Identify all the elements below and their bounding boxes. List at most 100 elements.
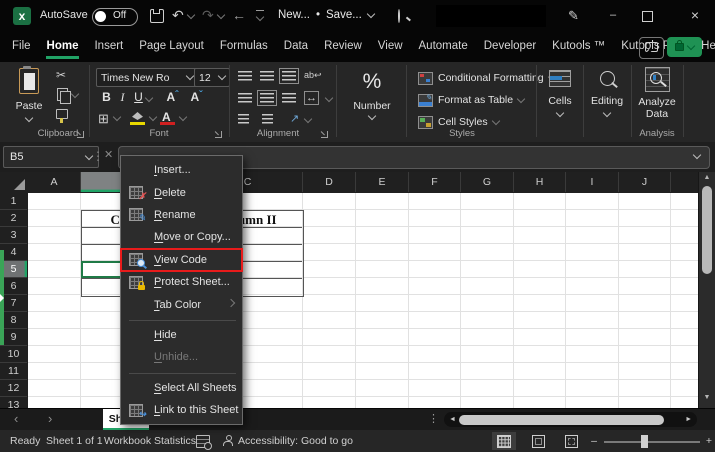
name-box-splitter-icon[interactable]: ⋮ xyxy=(92,149,104,163)
menu-item-select-all-sheets[interactable]: Select All Sheets xyxy=(121,377,242,399)
font-name-select[interactable]: Times New Ro xyxy=(96,68,198,87)
row-header-1[interactable]: 1 xyxy=(0,193,27,210)
row-header-11[interactable]: 11 xyxy=(0,363,27,380)
number-dropdown-icon[interactable] xyxy=(367,111,377,121)
font-color-dropdown-icon[interactable] xyxy=(178,112,188,122)
ribbon-tab-data[interactable]: Data xyxy=(276,32,316,62)
row-header-3[interactable]: 3 xyxy=(0,227,27,244)
alignment-dialog-launcher-icon[interactable] xyxy=(320,130,329,139)
row-header-12[interactable]: 12 xyxy=(0,380,27,397)
increase-font-size-button[interactable]: A xyxy=(166,90,179,104)
select-all-button[interactable] xyxy=(0,172,29,194)
align-left-button[interactable] xyxy=(238,93,252,103)
column-header-D[interactable]: D xyxy=(303,172,356,192)
customize-quick-access-icon[interactable] xyxy=(255,10,265,22)
ribbon-tab-automate[interactable]: Automate xyxy=(411,32,476,62)
vertical-scroll-thumb[interactable] xyxy=(702,186,712,274)
menu-item-rename[interactable]: ✎ Rename xyxy=(121,204,242,226)
scroll-down-icon[interactable]: ▼ xyxy=(699,394,715,401)
row-header-9[interactable]: 9 xyxy=(0,329,27,346)
conditional-formatting-button[interactable]: Conditional Formatting xyxy=(418,70,556,86)
menu-item-hide[interactable]: Hide xyxy=(121,324,242,346)
cells-group-button[interactable]: Cells xyxy=(539,70,581,119)
ribbon-tab-insert[interactable]: Insert xyxy=(86,32,131,62)
column-header-G[interactable]: G xyxy=(461,172,514,192)
row-header-10[interactable]: 10 xyxy=(0,346,27,363)
paste-button[interactable]: Paste xyxy=(10,66,48,130)
column-header-partial[interactable] xyxy=(671,172,699,192)
clipboard-dialog-launcher-icon[interactable] xyxy=(76,130,85,139)
copy-dropdown-icon[interactable] xyxy=(70,89,80,99)
increase-indent-button[interactable] xyxy=(262,114,273,124)
autosave-toggle[interactable]: Off xyxy=(92,8,138,26)
orientation-icon[interactable]: ↗ xyxy=(290,112,299,125)
column-header-H[interactable]: H xyxy=(514,172,566,192)
page-break-view-button[interactable] xyxy=(559,432,583,450)
merge-center-icon[interactable]: ↔ xyxy=(304,91,319,105)
accessibility-status[interactable]: Accessibility: Good to go xyxy=(238,430,353,452)
align-bottom-button[interactable] xyxy=(279,68,299,84)
column-header-E[interactable]: E xyxy=(356,172,409,192)
ribbon-tab-home[interactable]: Home xyxy=(39,32,87,62)
copy-icon[interactable] xyxy=(57,88,71,104)
font-size-select[interactable]: 12 xyxy=(194,68,230,87)
workbook-statistics-icon[interactable] xyxy=(196,435,212,450)
row-header-7[interactable]: 7 xyxy=(0,295,27,312)
back-arrow-icon[interactable]: ← xyxy=(232,8,246,22)
horizontal-scrollbar[interactable]: ◄ ► xyxy=(444,412,697,427)
comments-button[interactable] xyxy=(639,37,664,59)
italic-button[interactable]: I xyxy=(116,90,129,105)
wrap-text-icon[interactable]: ab↩ xyxy=(304,70,322,81)
cancel-icon[interactable]: ✕ xyxy=(104,148,113,161)
scroll-right-icon[interactable]: ► xyxy=(685,416,692,423)
row-header-8[interactable]: 8 xyxy=(0,312,27,329)
percent-style-icon[interactable]: % xyxy=(352,70,392,94)
underline-dropdown-icon[interactable] xyxy=(144,93,154,103)
decrease-indent-button[interactable] xyxy=(238,114,249,124)
ribbon-tab-file[interactable]: File xyxy=(4,32,39,62)
save-icon[interactable] xyxy=(150,9,164,23)
previous-sheet-icon[interactable]: ‹ xyxy=(14,411,18,426)
undo-icon[interactable]: ↶ xyxy=(172,8,184,22)
ribbon-tab-developer[interactable]: Developer xyxy=(476,32,544,62)
cut-icon[interactable]: ✂ xyxy=(56,68,66,82)
search-icon[interactable] xyxy=(398,9,400,23)
row-header-4[interactable]: 4 xyxy=(0,244,27,261)
row-header-6[interactable]: 6 xyxy=(0,278,27,295)
merge-dropdown-icon[interactable] xyxy=(324,93,334,103)
menu-item-delete[interactable]: ✗ Delete xyxy=(121,181,242,203)
borders-icon[interactable]: ⊞ xyxy=(98,111,109,127)
fill-color-dropdown-icon[interactable] xyxy=(148,112,158,122)
undo-dropdown-icon[interactable] xyxy=(186,10,196,20)
maximize-button[interactable] xyxy=(642,11,653,22)
editing-group-button[interactable]: Editing xyxy=(586,71,628,119)
minimize-button[interactable]: – xyxy=(600,6,626,26)
draw-pen-icon[interactable]: ✎ xyxy=(568,8,579,24)
name-box[interactable]: B5 xyxy=(3,146,99,168)
menu-item-insert[interactable]: Insert... xyxy=(121,159,242,181)
underline-button[interactable]: U xyxy=(132,90,145,104)
ribbon-tab-page-layout[interactable]: Page Layout xyxy=(131,32,212,62)
fill-color-icon[interactable] xyxy=(132,112,143,120)
menu-item-view-code[interactable]: View Code xyxy=(120,247,243,272)
row-header-5[interactable]: 5 xyxy=(0,261,27,278)
align-middle-button[interactable] xyxy=(260,71,274,81)
menu-item-move-or-copy[interactable]: Move or Copy... xyxy=(121,226,242,248)
zoom-in-button[interactable]: + xyxy=(703,430,715,452)
next-sheet-icon[interactable]: › xyxy=(48,411,52,426)
decrease-font-size-button[interactable]: A xyxy=(190,90,203,104)
analyze-data-button[interactable]: Analyze Data xyxy=(634,67,680,120)
column-header-A[interactable]: A xyxy=(28,172,81,192)
close-button[interactable]: × xyxy=(682,6,708,26)
page-layout-view-button[interactable] xyxy=(526,432,550,450)
workbook-statistics[interactable]: Workbook Statistics xyxy=(104,430,196,452)
column-header-I[interactable]: I xyxy=(566,172,619,192)
menu-item-tab-color[interactable]: Tab Color xyxy=(121,293,242,315)
ribbon-tab-review[interactable]: Review xyxy=(316,32,370,62)
redo-dropdown-icon[interactable] xyxy=(216,10,226,20)
align-right-button[interactable] xyxy=(282,93,296,103)
paste-dropdown-icon[interactable] xyxy=(24,113,34,123)
format-painter-icon[interactable] xyxy=(56,109,68,123)
align-top-button[interactable] xyxy=(238,71,252,81)
document-title[interactable]: New... • Save... xyxy=(278,9,376,21)
